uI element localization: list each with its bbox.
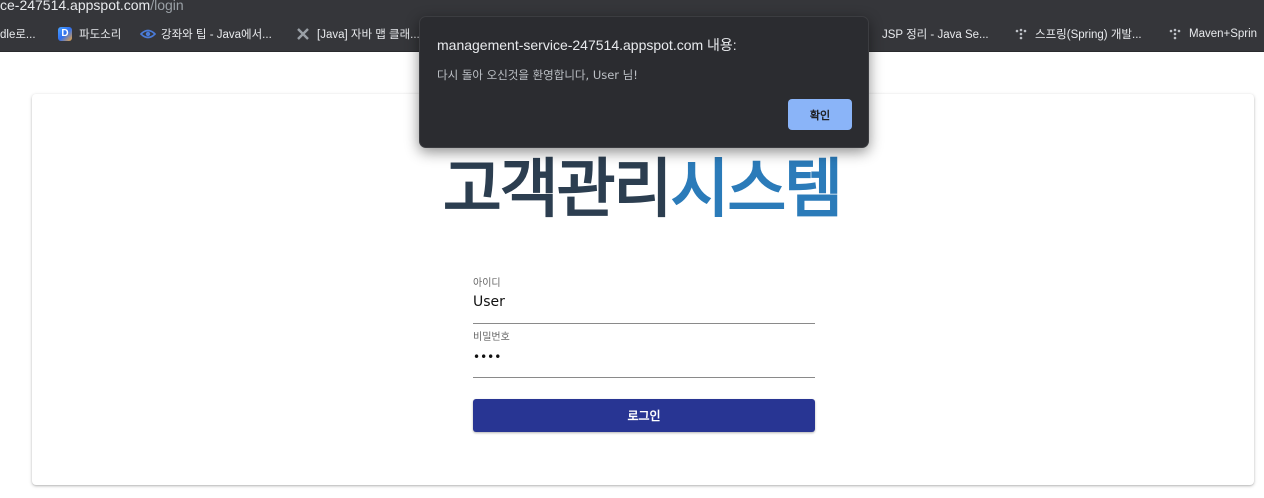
address-text: ce-247514.appspot.com/login [0, 0, 184, 13]
password-label: 비밀번호 [473, 332, 510, 343]
id-label: 아이디 [473, 278, 501, 289]
alert-dialog: management-service-247514.appspot.com 내용… [419, 16, 869, 148]
title-part-primary: 고객관리 [442, 153, 673, 227]
dialog-message: 다시 돌아 오신것을 환영합니다, User 님! [437, 68, 638, 82]
login-button[interactable]: 로그인 [473, 399, 815, 432]
id-field[interactable]: 아이디 User [473, 270, 815, 324]
bookmark-item[interactable]: dle로... [0, 17, 36, 51]
password-field[interactable]: 비밀번호 •••• [473, 324, 815, 378]
id-input[interactable]: User [473, 294, 505, 310]
bookmark-label: Maven+Sprin [1189, 28, 1258, 40]
bookmark-item[interactable]: 스프링(Spring) 개발... [1014, 17, 1142, 51]
dots-icon [1168, 27, 1182, 41]
login-form: 아이디 User 비밀번호 •••• [473, 270, 815, 378]
bookmark-item[interactable]: JSP 정리 - Java Se... [882, 17, 989, 51]
bookmark-label: 강좌와 팁 - Java에서... [161, 29, 272, 41]
dialog-title: management-service-247514.appspot.com 내용… [437, 37, 737, 53]
bookmark-label: [Java] 자바 맵 클래... [317, 29, 420, 41]
confirm-button[interactable]: 확인 [788, 99, 852, 130]
bookmark-label: 스프링(Spring) 개발... [1035, 29, 1142, 41]
address-path: /login [150, 0, 184, 13]
bookmark-item[interactable]: Maven+Sprin [1168, 17, 1257, 51]
address-bar[interactable]: ce-247514.appspot.com/login [0, 0, 1264, 17]
bookmark-label: JSP 정리 - Java Se... [882, 29, 989, 41]
bookmark-item[interactable]: 강좌와 팁 - Java에서... [140, 17, 272, 51]
password-input[interactable]: •••• [473, 350, 501, 364]
eye-icon [140, 27, 156, 41]
bookmark-item[interactable]: D 파도소리 [58, 17, 121, 51]
bookmark-label: dle로... [0, 29, 36, 41]
dots-icon [1014, 27, 1028, 41]
page-title: 고객관리시스템 [0, 150, 1264, 230]
x-logo-icon [296, 27, 310, 41]
bookmark-item[interactable]: [Java] 자바 맵 클래... [296, 17, 420, 51]
address-host: ce-247514.appspot.com [0, 0, 151, 13]
d-logo-icon: D [58, 27, 72, 41]
bookmark-label: 파도소리 [79, 29, 122, 41]
title-part-accent: 시스템 [670, 153, 843, 227]
